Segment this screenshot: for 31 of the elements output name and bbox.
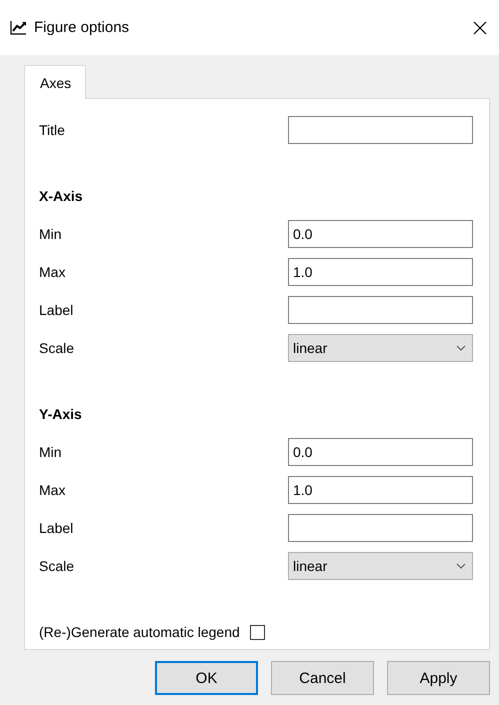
line-chart-icon [10,20,27,35]
checkbox-label: (Re-)Generate automatic legend [39,624,240,640]
field-label: Max [39,482,66,498]
input-field[interactable]: 0.0 [288,220,473,248]
input-field[interactable]: 0.0 [288,438,473,466]
field-label: Min [39,444,63,460]
dropdown[interactable]: linear [288,334,473,362]
dialog-button[interactable]: OK [155,661,258,695]
tab[interactable]: Axes [24,65,86,99]
chevron-down-icon [456,345,466,351]
dropdown[interactable]: linear [288,552,473,580]
field-label: Title [39,122,66,138]
close-icon[interactable] [473,20,487,34]
field-label: Scale [39,340,76,356]
input-field[interactable] [288,296,473,324]
section-heading: Y-Axis [39,406,82,422]
input-field[interactable]: 1.0 [288,476,473,504]
input-field[interactable] [288,514,473,542]
chevron-down-icon [456,563,466,569]
dialog-button[interactable]: Apply [387,661,490,695]
input-field[interactable]: 1.0 [288,258,473,286]
checkbox[interactable] [250,624,265,640]
dialog-button[interactable]: Cancel [271,661,374,695]
window-title: Figure options [34,19,130,36]
field-label: Min [39,226,63,242]
input-field[interactable] [288,116,473,144]
field-label: Label [39,520,74,536]
field-label: Scale [39,558,76,574]
section-heading: X-Axis [39,188,83,204]
field-label: Max [39,264,66,280]
field-label: Label [39,302,74,318]
